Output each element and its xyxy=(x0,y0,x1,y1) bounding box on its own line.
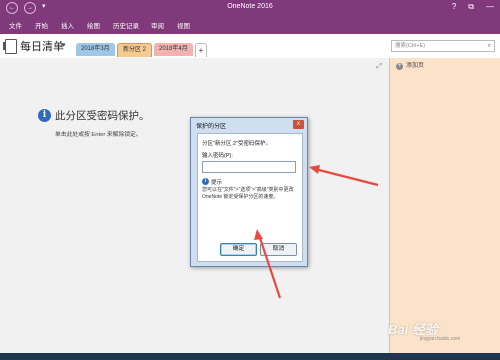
baidu-watermark-url: jingyan.baidu.com xyxy=(420,336,461,342)
arrowhead-ok xyxy=(254,229,263,240)
taskbar xyxy=(0,353,500,360)
arrow-to-ok xyxy=(257,234,282,299)
annotation-arrows xyxy=(254,165,379,299)
arrowhead-password xyxy=(309,165,320,174)
arrow-to-password xyxy=(314,167,379,187)
